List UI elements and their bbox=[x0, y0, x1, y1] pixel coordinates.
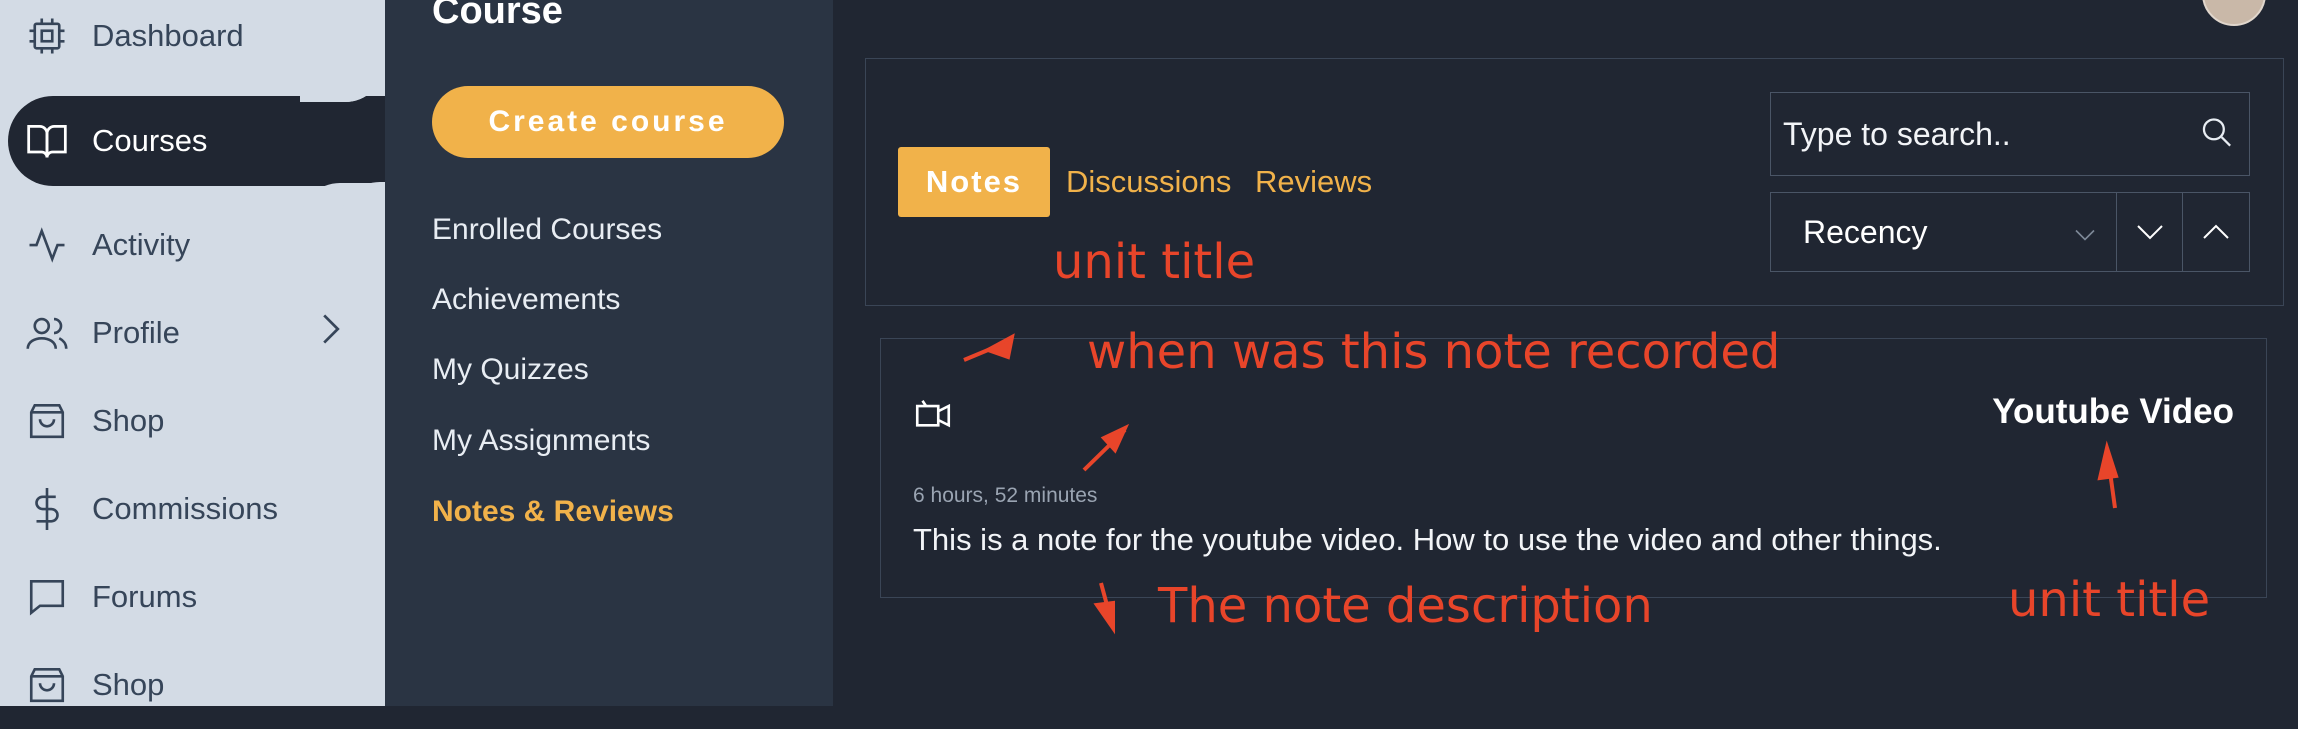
annotation-arrows bbox=[963, 333, 2119, 635]
